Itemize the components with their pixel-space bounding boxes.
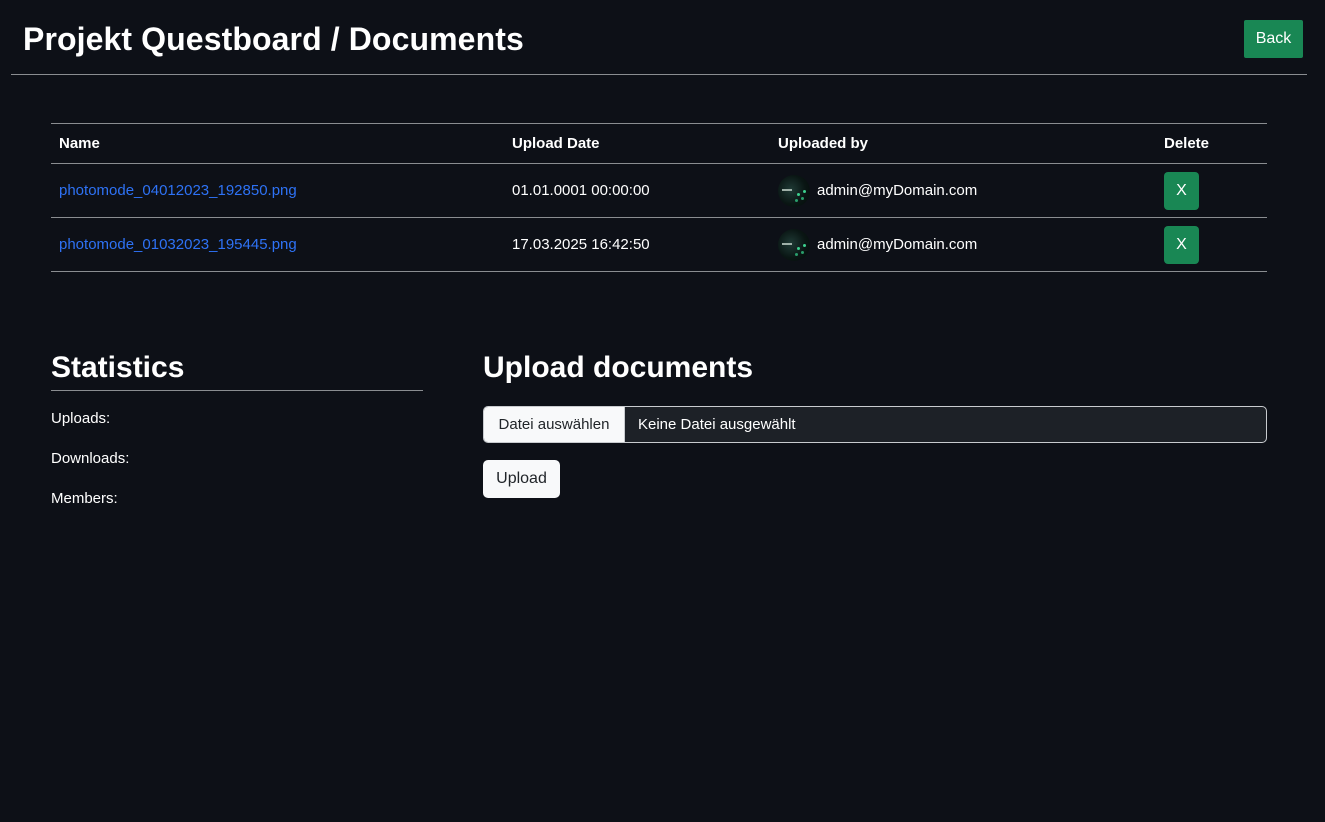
upload-date-cell: 17.03.2025 16:42:50 (504, 217, 770, 272)
delete-cell: X (1156, 217, 1267, 272)
table-row: photomode_01032023_195445.png 17.03.2025… (51, 217, 1267, 272)
statistics-title: Statistics (51, 350, 423, 391)
user-info: admin@myDomain.com (778, 174, 1148, 207)
uploaded-by-cell: admin@myDomain.com (770, 163, 1156, 218)
uploaded-by-cell: admin@myDomain.com (770, 217, 1156, 272)
delete-button[interactable]: X (1164, 171, 1199, 210)
choose-file-button[interactable]: Datei auswählen (484, 407, 625, 442)
upload-button[interactable]: Upload (483, 460, 560, 498)
user-email: admin@myDomain.com (817, 236, 978, 253)
uploads-stat: Uploads: (51, 410, 111, 427)
file-name-cell: photomode_01032023_195445.png (51, 217, 504, 272)
column-header-upload-date[interactable]: Upload Date (504, 123, 770, 164)
delete-cell: X (1156, 163, 1267, 218)
table-row: photomode_04012023_192850.png 01.01.0001… (51, 163, 1267, 218)
delete-button[interactable]: X (1164, 225, 1199, 264)
members-stat: Members: (51, 490, 118, 507)
downloads-stat: Downloads: (51, 450, 130, 467)
documents-table: Name Upload Date Uploaded by Delete phot… (51, 123, 1267, 272)
column-header-uploaded-by[interactable]: Uploaded by (770, 123, 1156, 164)
upload-panel: Upload documents Datei auswählen Keine D… (483, 350, 1267, 498)
file-link[interactable]: photomode_04012023_192850.png (59, 182, 297, 199)
file-link[interactable]: photomode_01032023_195445.png (59, 236, 297, 253)
user-info: admin@myDomain.com (778, 228, 1148, 261)
back-button[interactable]: Back (1244, 20, 1303, 58)
upload-title: Upload documents (483, 351, 754, 384)
avatar (778, 174, 810, 207)
upload-date-cell: 01.01.0001 00:00:00 (504, 163, 770, 218)
page-header: Projekt Questboard / Documents Back (11, 0, 1307, 75)
page-title: Projekt Questboard / Documents (23, 21, 524, 57)
column-header-delete: Delete (1156, 123, 1267, 164)
page: Projekt Questboard / Documents Back Name… (0, 0, 1325, 822)
file-status-text: Keine Datei ausgewählt (638, 416, 796, 433)
statistics-panel: Statistics Uploads: Downloads: Members: (51, 350, 423, 507)
file-name-cell: photomode_04012023_192850.png (51, 163, 504, 218)
table-header-row: Name Upload Date Uploaded by Delete (51, 123, 1267, 164)
avatar (778, 228, 810, 261)
column-header-name[interactable]: Name (51, 123, 504, 164)
user-email: admin@myDomain.com (817, 182, 978, 199)
file-input[interactable]: Datei auswählen Keine Datei ausgewählt (483, 406, 1267, 443)
